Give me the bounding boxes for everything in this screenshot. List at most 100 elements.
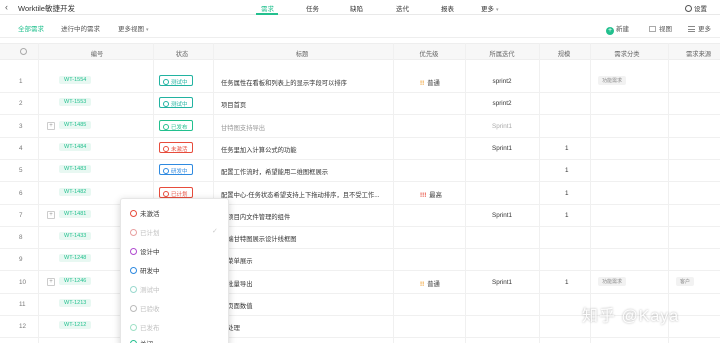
status-option-not-activated[interactable]: 未激活 bbox=[130, 208, 160, 218]
priority[interactable]: !!! 最高 bbox=[420, 190, 442, 199]
status-dot-icon bbox=[163, 101, 169, 108]
status-dot-icon bbox=[163, 168, 169, 175]
requirement-title[interactable]: 动端甘特图展示设计线框图 bbox=[221, 234, 297, 243]
nav-tab-tasks[interactable]: 任务 bbox=[306, 3, 319, 13]
nav-tab-sprints[interactable]: 迭代 bbox=[396, 3, 409, 13]
priority[interactable]: !! 普通 bbox=[420, 279, 440, 288]
status-label: 已发布 bbox=[171, 124, 188, 131]
scale[interactable]: 1 bbox=[565, 190, 569, 197]
status-label: 研发中 bbox=[171, 169, 188, 176]
priority[interactable]: !! 普通 bbox=[420, 78, 440, 87]
scale[interactable]: 1 bbox=[565, 279, 569, 286]
nav-tab-more[interactable]: 更多 ▾ bbox=[481, 3, 499, 13]
check-icon: ✓ bbox=[212, 228, 218, 235]
subtab-more-views[interactable]: 更多视图 ▾ bbox=[118, 23, 149, 33]
project-title: Worktile敏捷开发 bbox=[18, 4, 75, 13]
sprint[interactable]: Sprint1 bbox=[492, 145, 512, 152]
requirement-id[interactable]: WT-1481 bbox=[59, 209, 92, 218]
category-tag[interactable]: 功能需求 bbox=[598, 76, 627, 85]
status-label: 测试中 bbox=[171, 80, 188, 86]
expand-icon[interactable]: + bbox=[47, 121, 55, 130]
new-button[interactable]: + 新建 bbox=[606, 23, 629, 35]
table-header: 编号 状态 标题 优先级 所属迭代 规模 需求分类 需求来源 bbox=[0, 43, 720, 60]
nav-tab-bugs[interactable]: 缺陷 bbox=[350, 3, 363, 13]
table-row[interactable]: 10 + WT-1246 务批量导出!! 普通 Sprint1 1 功能需求 客户 bbox=[0, 272, 720, 294]
table-row[interactable]: 1 WT-1554 测试中 任务属性在看板和列表上的显示字段可以排序!! 普通 sprin… bbox=[0, 71, 720, 93]
requirement-id[interactable]: WT-1433 bbox=[59, 232, 92, 241]
category-tag[interactable]: 功能需求 bbox=[598, 276, 627, 286]
status-badge[interactable]: 已发布 bbox=[159, 119, 193, 131]
more-button[interactable]: 更多 bbox=[688, 23, 711, 33]
view-bar: 全部需求 进行中的需求 更多视图 ▾ + 新建 视图 更多 bbox=[0, 15, 720, 38]
nav-tab-reports[interactable]: 报表 bbox=[441, 3, 454, 13]
status-option-designing[interactable]: 设计中 bbox=[130, 246, 160, 256]
table-row[interactable]: 4 WT-1484 未激活 任务里加入计算公式的功能 Sprint1 1 bbox=[0, 138, 720, 160]
status-badge[interactable]: 测试中 bbox=[159, 75, 193, 86]
status-option-developing[interactable]: 研发中 bbox=[130, 265, 160, 275]
col-id[interactable]: 编号 bbox=[91, 49, 104, 58]
requirement-id[interactable]: WT-1213 bbox=[59, 299, 92, 307]
table-row[interactable]: 7 + WT-1481 加项目内文件管理的组件 Sprint1 1 bbox=[0, 205, 720, 227]
status-badge[interactable]: 已计划 bbox=[159, 186, 193, 198]
requirement-id[interactable]: WT-1482 bbox=[59, 187, 92, 196]
sprint[interactable]: Sprint1 bbox=[492, 123, 512, 130]
sprint[interactable]: Sprint1 bbox=[492, 212, 512, 219]
requirement-id[interactable]: WT-1554 bbox=[59, 76, 92, 84]
sprint[interactable]: sprint2 bbox=[493, 100, 512, 107]
sprint[interactable]: sprint2 bbox=[493, 78, 512, 85]
col-title[interactable]: 标题 bbox=[296, 49, 309, 58]
col-scale[interactable]: 规模 bbox=[558, 49, 571, 58]
col-status[interactable]: 状态 bbox=[176, 49, 189, 58]
requirement-id[interactable]: WT-1485 bbox=[59, 120, 92, 129]
requirement-id[interactable]: WT-1553 bbox=[59, 98, 92, 107]
status-option-closed[interactable]: 关闭 bbox=[130, 338, 153, 343]
status-dot-icon bbox=[163, 145, 169, 152]
requirement-id[interactable]: WT-1212 bbox=[59, 321, 92, 330]
col-priority[interactable]: 优先级 bbox=[420, 49, 439, 58]
requirement-id[interactable]: WT-1484 bbox=[59, 142, 92, 151]
status-dot-icon bbox=[163, 190, 169, 197]
sprint[interactable]: Sprint1 bbox=[492, 279, 512, 286]
row-number: 11 bbox=[19, 301, 26, 308]
requirement-title[interactable]: 任务里加入计算公式的功能 bbox=[221, 145, 297, 154]
view-button[interactable]: 视图 bbox=[649, 23, 672, 33]
table-row[interactable]: 3 + WT-1485 已发布 甘特图支持导出 Sprint1 bbox=[0, 116, 720, 138]
requirement-title[interactable]: 项目首页 bbox=[221, 100, 246, 109]
status-dot-icon bbox=[130, 210, 137, 217]
requirement-title[interactable]: 配置中心-任务状态希望支持上下拖动排序，且不受工作... bbox=[221, 190, 379, 199]
nav-tab-requirements[interactable]: 需求 bbox=[261, 3, 274, 13]
expand-icon[interactable]: + bbox=[47, 210, 55, 219]
status-badge[interactable]: 研发中 bbox=[159, 164, 193, 176]
table-row[interactable]: 2 WT-1553 测试中 项目首页 sprint2 bbox=[0, 93, 720, 116]
back-icon[interactable]: ‹ bbox=[5, 2, 8, 12]
subtab-all-requirements[interactable]: 全部需求 bbox=[18, 23, 44, 33]
requirement-id[interactable]: WT-1483 bbox=[59, 165, 92, 174]
subtab-in-progress[interactable]: 进行中的需求 bbox=[61, 23, 100, 33]
source-tag[interactable]: 客户 bbox=[676, 276, 695, 286]
priority-label: 普通 bbox=[427, 80, 440, 87]
table-row[interactable]: 6 WT-1482 已计划 配置中心-任务状态希望支持上下拖动排序，且不受工作...!… bbox=[0, 183, 720, 205]
chevron-down-icon: ▾ bbox=[146, 27, 149, 33]
table-row[interactable]: 8 WT-1433 动端甘特图展示设计线框图 bbox=[0, 227, 720, 250]
status-badge[interactable]: 测试中 bbox=[159, 97, 193, 109]
col-sprint[interactable]: 所属迭代 bbox=[489, 49, 514, 58]
status-dropdown: 未激活 已计划 设计中 研发中 测试中 已验收 已发布 关闭 bbox=[120, 198, 229, 343]
requirement-title[interactable]: 任务属性在看板和列表上的显示字段可以排序 bbox=[221, 78, 347, 87]
scale[interactable]: 1 bbox=[565, 145, 569, 152]
settings-button[interactable]: 设置 bbox=[685, 3, 707, 13]
col-source[interactable]: 需求来源 bbox=[686, 49, 711, 58]
status-label: 测试中 bbox=[171, 102, 188, 109]
requirement-id[interactable]: WT-1246 bbox=[59, 276, 92, 285]
expand-icon[interactable]: + bbox=[47, 277, 55, 286]
table-row[interactable]: 5 WT-1483 研发中 配置工作流时，希望能用二维图框展示 1 bbox=[0, 160, 720, 183]
scale[interactable]: 1 bbox=[565, 167, 569, 174]
table-row[interactable]: 9 WT-1248 拉菜单展示 bbox=[0, 249, 720, 272]
column-settings-icon[interactable] bbox=[20, 48, 27, 55]
requirement-id[interactable]: WT-1248 bbox=[59, 254, 92, 263]
requirement-title[interactable]: 甘特图支持导出 bbox=[221, 123, 265, 132]
requirement-title[interactable]: 加项目内文件管理的组件 bbox=[221, 212, 290, 221]
requirement-title[interactable]: 配置工作流时，希望能用二维图框展示 bbox=[221, 167, 328, 176]
col-category[interactable]: 需求分类 bbox=[614, 49, 639, 58]
scale[interactable]: 1 bbox=[565, 212, 569, 219]
status-badge[interactable]: 未激活 bbox=[159, 141, 193, 153]
